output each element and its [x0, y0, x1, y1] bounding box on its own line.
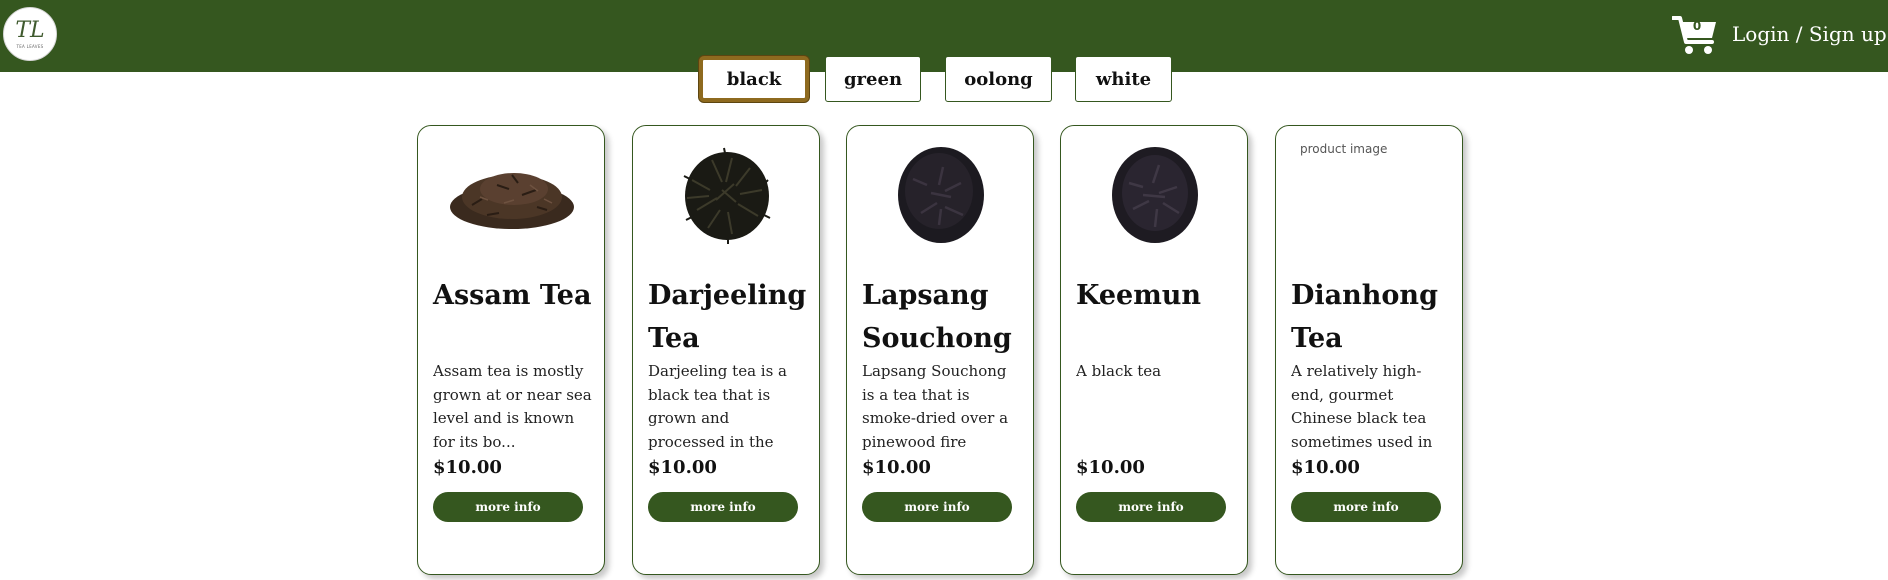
product-card-dianhong[interactable]: product image Dianhong Tea A relatively … — [1275, 125, 1463, 575]
more-info-button[interactable]: more info — [1076, 492, 1226, 522]
product-card-keemun[interactable]: Keemun A black tea $10.00 more info — [1060, 125, 1248, 575]
dark-round-pile-icon — [1112, 147, 1198, 243]
product-description: Darjeeling tea is a black tea that is gr… — [648, 362, 787, 451]
brand-logo[interactable]: TL TEA LEAVES — [3, 7, 57, 61]
product-card-darjeeling[interactable]: Darjeeling Tea Darjeeling tea is a black… — [632, 125, 820, 575]
more-info-button[interactable]: more info — [862, 492, 1012, 522]
more-info-button[interactable]: more info — [1291, 492, 1441, 522]
product-price: $10.00 — [862, 457, 931, 478]
product-image[interactable] — [867, 140, 1015, 250]
logo-subtitle: TEA LEAVES — [16, 43, 44, 49]
logo-mark: TL — [15, 17, 45, 43]
product-price: $10.00 — [1291, 457, 1360, 478]
tab-oolong[interactable]: oolong — [945, 56, 1052, 102]
product-description: A relatively high-end, gourmet Chinese b… — [1291, 362, 1433, 451]
product-price: $10.00 — [1076, 457, 1145, 478]
tab-black[interactable]: black — [699, 56, 809, 102]
loose-leaf-pile-icon — [450, 173, 574, 229]
dark-round-pile-icon — [898, 147, 984, 243]
product-image-broken[interactable]: product image — [1296, 140, 1444, 250]
product-card-assam[interactable]: Assam Tea Assam tea is mostly grown at o… — [417, 125, 605, 575]
product-image[interactable] — [438, 140, 586, 250]
product-name[interactable]: Darjeeling Tea — [648, 274, 813, 360]
login-signup-link[interactable]: Login / Sign up — [1732, 22, 1887, 46]
product-name[interactable]: Assam Tea — [433, 274, 598, 317]
product-card-lapsang[interactable]: Lapsang Souchong Lapsang Souchong is a t… — [846, 125, 1034, 575]
more-info-button[interactable]: more info — [433, 492, 583, 522]
product-price: $10.00 — [433, 457, 502, 478]
product-image[interactable] — [1081, 140, 1229, 250]
category-tabs: black green oolong white — [0, 56, 1888, 106]
cart-count-badge: 0 — [1692, 19, 1702, 33]
product-description: Assam tea is mostly grown at or near sea… — [433, 362, 592, 451]
broken-image-alt-text: product image — [1300, 142, 1388, 156]
product-grid: Assam Tea Assam tea is mostly grown at o… — [0, 125, 1888, 580]
product-name[interactable]: Dianhong Tea — [1291, 274, 1456, 360]
tab-green[interactable]: green — [825, 56, 921, 102]
tab-white[interactable]: white — [1075, 56, 1172, 102]
cart-button[interactable]: 0 — [1672, 14, 1718, 56]
product-description: Lapsang Souchong is a tea that is smoke-… — [862, 362, 1009, 451]
product-name[interactable]: Keemun — [1076, 274, 1241, 317]
wiry-leaf-pile-icon — [683, 147, 771, 244]
more-info-button[interactable]: more info — [648, 492, 798, 522]
product-name[interactable]: Lapsang Souchong — [862, 274, 1027, 360]
product-price: $10.00 — [648, 457, 717, 478]
product-image[interactable] — [653, 140, 801, 250]
product-description: A black tea — [1076, 362, 1162, 380]
